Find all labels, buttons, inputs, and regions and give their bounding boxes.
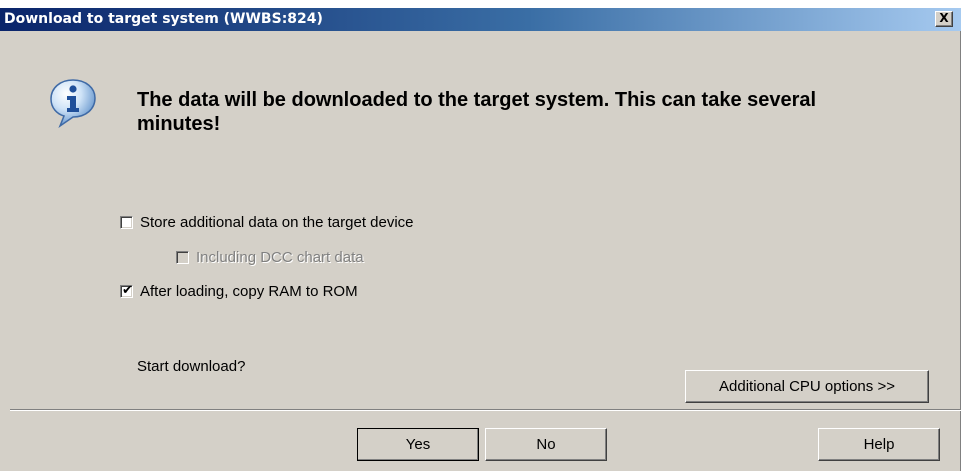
include-dcc-checkbox (176, 250, 189, 264)
info-icon (50, 79, 96, 129)
store-additional-data-option[interactable]: Store additional data on the target devi… (120, 213, 414, 231)
checkmark-icon: ✔ (122, 282, 133, 298)
info-message: The data will be downloaded to the targe… (137, 89, 817, 135)
yes-button-label: Yes (405, 436, 431, 453)
store-additional-data-checkbox[interactable] (120, 215, 133, 229)
copy-ram-to-rom-option[interactable]: ✔ After loading, copy RAM to ROM (120, 282, 358, 300)
include-dcc-option: Including DCC chart data (176, 248, 364, 266)
start-download-prompt: Start download? (137, 358, 246, 375)
no-button[interactable]: No (485, 428, 607, 461)
help-button[interactable]: Help (818, 428, 940, 461)
copy-ram-to-rom-checkbox[interactable]: ✔ (120, 282, 133, 298)
close-button[interactable]: X (935, 11, 953, 27)
additional-cpu-options-button[interactable]: Additional CPU options >> (685, 370, 929, 403)
include-dcc-label: Including DCC chart data (196, 248, 364, 266)
yes-button[interactable]: Yes (357, 428, 479, 461)
title-bar[interactable]: Download to target system (WWBS:824) X (0, 8, 961, 31)
window-title: Download to target system (WWBS:824) (4, 11, 323, 27)
separator (10, 409, 961, 411)
close-icon: X (939, 11, 949, 25)
store-additional-data-label: Store additional data on the target devi… (140, 213, 414, 231)
copy-ram-to-rom-label: After loading, copy RAM to ROM (140, 282, 358, 300)
